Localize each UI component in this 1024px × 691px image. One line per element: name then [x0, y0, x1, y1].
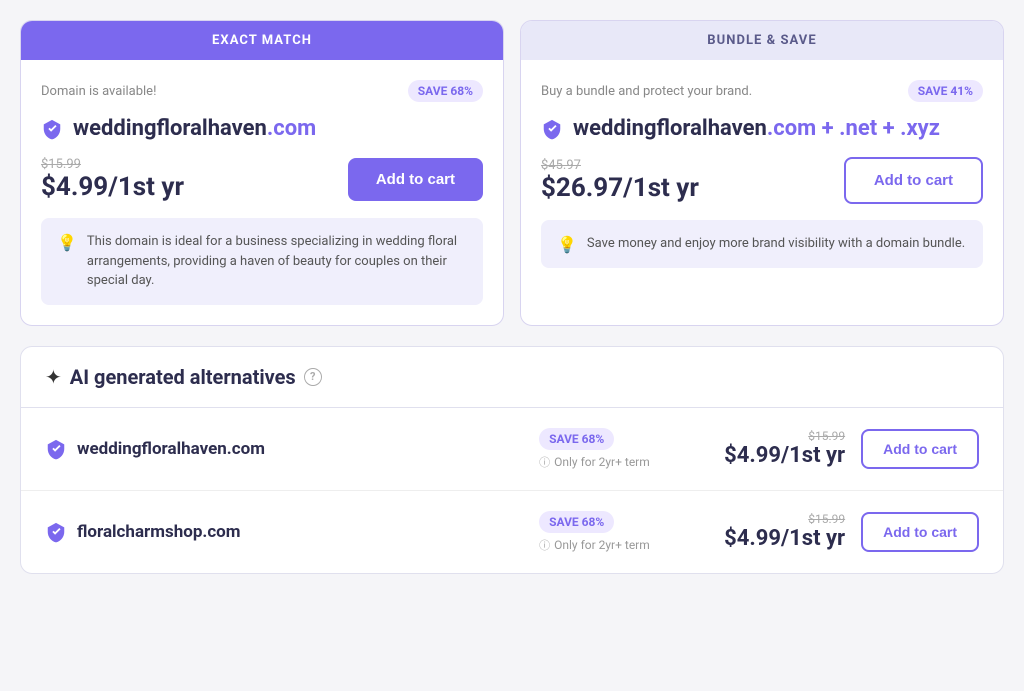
alt-domain-name: weddingfloralhaven.com	[77, 439, 265, 459]
availability-row: Domain is available! SAVE 68%	[41, 80, 483, 102]
exact-original-price: $15.99	[41, 157, 184, 172]
domain-name-row: weddingfloralhaven.com	[41, 116, 483, 141]
alt-save-section: SAVE 68% ⓘ Only for 2yr+ term	[539, 511, 699, 553]
bundle-pricing: $45.97 $26.97/1st yr	[541, 158, 699, 203]
bundle-add-to-cart-button[interactable]: Add to cart	[844, 157, 983, 204]
alternatives-section: ✦ AI generated alternatives ? weddingflo…	[20, 346, 1004, 574]
bundle-pricing-and-button: $45.97 $26.97/1st yr Add to cart	[541, 157, 983, 204]
bundle-info-text: Save money and enjoy more brand visibili…	[587, 234, 965, 254]
term-help-icon: ⓘ	[539, 454, 550, 470]
bundle-availability-text: Buy a bundle and protect your brand.	[541, 84, 752, 99]
alternatives-title: AI generated alternatives	[70, 365, 296, 389]
bundle-shield-icon	[541, 118, 563, 140]
term-note-text: Only for 2yr+ term	[554, 455, 650, 469]
bundle-header: BUNDLE & SAVE	[521, 21, 1003, 60]
exact-domain-name: weddingfloralhaven.com	[73, 116, 316, 141]
alt-pricing: $15.99 $4.99/1st yr	[715, 429, 845, 468]
top-section: EXACT MATCH Domain is available! SAVE 68…	[20, 20, 1004, 326]
alt-domain-1: floralcharmshop.com	[45, 521, 523, 543]
ai-sparkle-icon: ✦	[45, 365, 62, 389]
alt-shield-icon	[45, 521, 67, 543]
bundle-domain-name-row: weddingfloralhaven.com + .net + .xyz	[541, 116, 983, 141]
exact-pricing: $15.99 $4.99/1st yr	[41, 157, 184, 202]
alt-row: weddingfloralhaven.com SAVE 68% ⓘ Only f…	[21, 408, 1003, 491]
alt-original-price: $15.99	[715, 512, 845, 526]
alt-row: floralcharmshop.com SAVE 68% ⓘ Only for …	[21, 491, 1003, 573]
alt-current-price: $4.99/1st yr	[715, 443, 845, 468]
bundle-bulb-icon: 💡	[557, 235, 577, 254]
alt-domain-0: weddingfloralhaven.com	[45, 438, 523, 460]
exact-info-text: This domain is ideal for a business spec…	[87, 232, 467, 291]
exact-match-card: EXACT MATCH Domain is available! SAVE 68…	[20, 20, 504, 326]
exact-info-box: 💡 This domain is ideal for a business sp…	[41, 218, 483, 305]
exact-match-title: EXACT MATCH	[212, 33, 312, 48]
exact-current-price: $4.99/1st yr	[41, 172, 184, 202]
alt-add-to-cart-button[interactable]: Add to cart	[861, 512, 979, 552]
alt-original-price: $15.99	[715, 429, 845, 443]
alt-term-note: ⓘ Only for 2yr+ term	[539, 454, 650, 470]
term-help-icon: ⓘ	[539, 537, 550, 553]
alt-term-note: ⓘ Only for 2yr+ term	[539, 537, 650, 553]
exact-match-header: EXACT MATCH	[21, 21, 503, 60]
shield-icon	[41, 118, 63, 140]
bundle-original-price: $45.97	[541, 158, 699, 173]
bundle-card: BUNDLE & SAVE Buy a bundle and protect y…	[520, 20, 1004, 326]
help-icon[interactable]: ?	[304, 368, 322, 386]
alt-shield-icon	[45, 438, 67, 460]
bundle-availability-row: Buy a bundle and protect your brand. SAV…	[541, 80, 983, 102]
bulb-icon: 💡	[57, 233, 77, 252]
term-note-text: Only for 2yr+ term	[554, 538, 650, 552]
exact-match-body: Domain is available! SAVE 68% weddingflo…	[21, 60, 503, 325]
bundle-current-price: $26.97/1st yr	[541, 173, 699, 203]
bundle-body: Buy a bundle and protect your brand. SAV…	[521, 60, 1003, 288]
exact-add-to-cart-button[interactable]: Add to cart	[348, 158, 483, 201]
alt-save-badge: SAVE 68%	[539, 511, 614, 533]
alt-pricing: $15.99 $4.99/1st yr	[715, 512, 845, 551]
bundle-save-badge: SAVE 41%	[908, 80, 983, 102]
alt-domain-name: floralcharmshop.com	[77, 522, 241, 542]
save-badge: SAVE 68%	[408, 80, 483, 102]
bundle-domain-name: weddingfloralhaven.com + .net + .xyz	[573, 116, 940, 141]
alternatives-list: weddingfloralhaven.com SAVE 68% ⓘ Only f…	[21, 408, 1003, 573]
alt-save-section: SAVE 68% ⓘ Only for 2yr+ term	[539, 428, 699, 470]
alt-add-to-cart-button[interactable]: Add to cart	[861, 429, 979, 469]
bundle-info-box: 💡 Save money and enjoy more brand visibi…	[541, 220, 983, 268]
alternatives-header: ✦ AI generated alternatives ?	[21, 347, 1003, 408]
bundle-title: BUNDLE & SAVE	[707, 33, 816, 48]
pricing-and-button: $15.99 $4.99/1st yr Add to cart	[41, 157, 483, 202]
alt-save-badge: SAVE 68%	[539, 428, 614, 450]
availability-text: Domain is available!	[41, 84, 156, 99]
alt-current-price: $4.99/1st yr	[715, 526, 845, 551]
